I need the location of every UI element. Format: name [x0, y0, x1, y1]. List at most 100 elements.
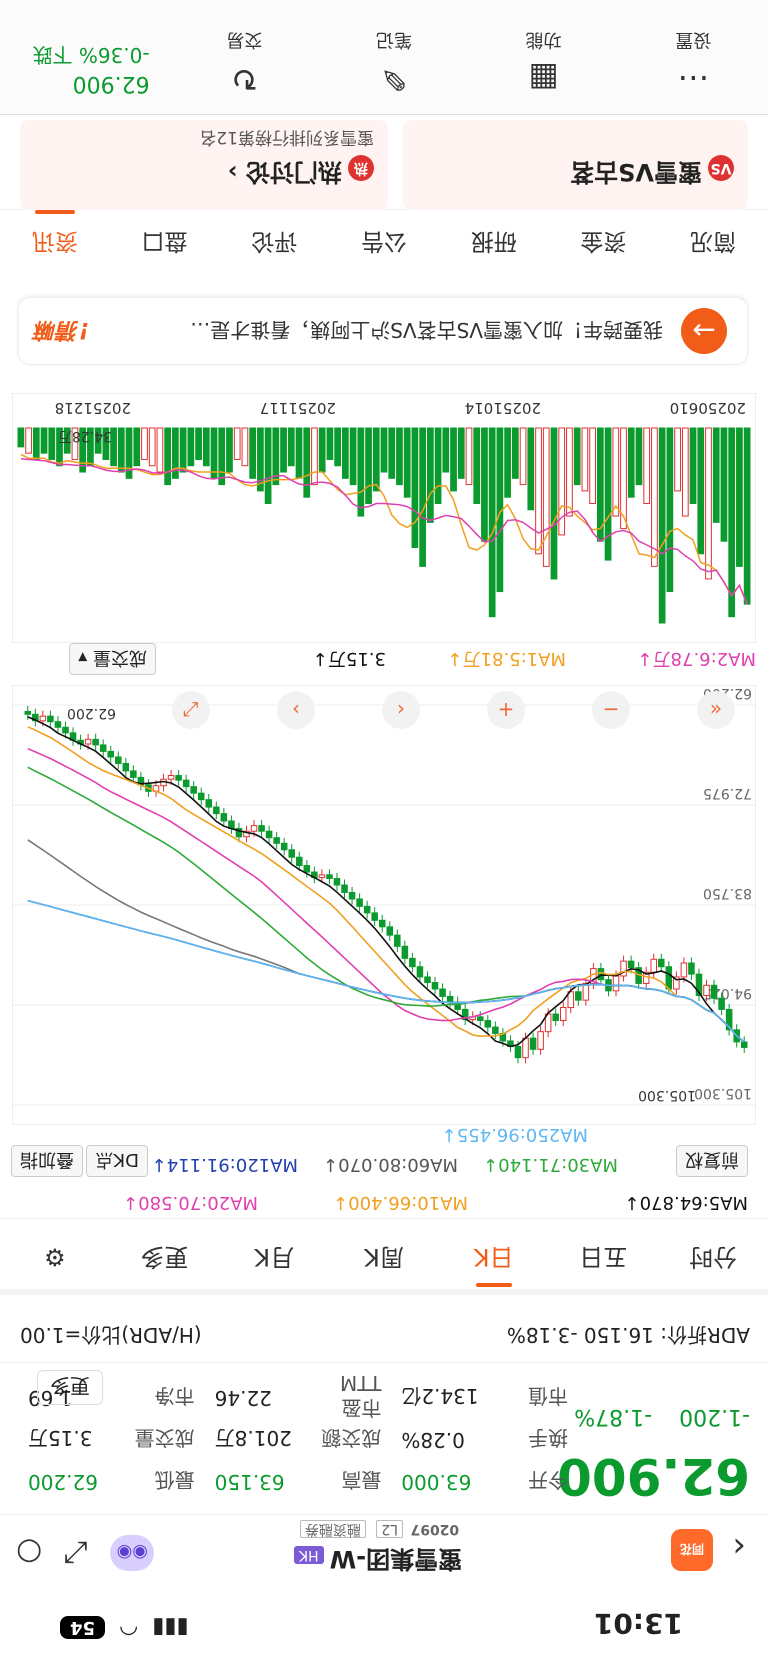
- status-bar: 13:01 ▮▮▮ ◠ 54: [0, 1585, 768, 1665]
- vol-ma1-label: MA1:5.81万↓: [447, 648, 566, 669]
- card-title: 热热门讨论 ›: [228, 155, 374, 192]
- candle: [537, 1031, 544, 1050]
- tool-trade[interactable]: ↻ 交易: [170, 0, 320, 114]
- volume-bar: [380, 427, 388, 473]
- tool-settings[interactable]: ⋯ 设置: [618, 0, 768, 114]
- quote-row: 今开 63.000 最高 63.150 最低 62.200: [8, 1461, 568, 1503]
- candle: [84, 738, 92, 745]
- volume-bar: [48, 427, 56, 460]
- volume-bar: [689, 427, 697, 504]
- tool-label: 笔记: [376, 29, 413, 50]
- volume-bar: [334, 427, 342, 467]
- candle: [258, 825, 265, 832]
- quote-value: 22.46: [214, 1386, 272, 1410]
- tab-funds[interactable]: 资金: [549, 210, 659, 270]
- candle: [529, 1037, 537, 1050]
- kline-chart[interactable]: 105.30094.02583.75072.97562.200105.30062…: [12, 685, 756, 1125]
- candle: [703, 984, 710, 996]
- volume-bar: [674, 427, 681, 492]
- tab-five-day[interactable]: 五日: [549, 1219, 659, 1289]
- content-tabs: 简况 资金 研报 公告 评论 盘口 资讯: [0, 209, 768, 270]
- card-title: VS蜜雪VS古茗: [570, 155, 734, 192]
- tab-profile[interactable]: 简况: [658, 210, 768, 270]
- banner-brand: !猜嘛: [35, 317, 90, 342]
- title-icons: ◉◉ ⤢ ○: [16, 1535, 155, 1571]
- candle: [39, 715, 47, 722]
- volume-bar: [596, 427, 604, 542]
- chart-control-label: ›: [292, 698, 300, 722]
- tab-weekly-k[interactable]: 周K: [329, 1219, 439, 1289]
- volume-select[interactable]: 成交量 ▾: [69, 643, 156, 675]
- search-icon[interactable]: ○: [16, 1536, 42, 1571]
- share-icon[interactable]: ⤢: [64, 1536, 88, 1571]
- stock-name: 蜜雪集团-W: [329, 1545, 463, 1573]
- badge-l2: L2: [376, 1520, 403, 1538]
- volume-bar: [357, 427, 365, 517]
- volume-bar: [349, 427, 357, 486]
- volume-bar: [589, 427, 596, 504]
- tab-monthly-k[interactable]: 月K: [219, 1219, 329, 1289]
- quote-row: 换手 0.28% 成交额 201.8万 成交量 3.15万: [8, 1419, 568, 1461]
- candle: [333, 878, 341, 886]
- settings-icon[interactable]: ⚙: [0, 1219, 110, 1289]
- tool-label: 设置: [675, 29, 712, 50]
- candle: [718, 997, 725, 1010]
- back-icon[interactable]: ‹: [732, 1527, 746, 1567]
- volume-bar: [535, 427, 542, 555]
- volume-bar: [457, 427, 465, 479]
- assistant-icon[interactable]: ◉◉: [110, 1535, 155, 1571]
- volume-chart[interactable]: 34.28万 20250610 20251014 20251117 20251218: [12, 393, 756, 643]
- volume-bar: [542, 427, 550, 567]
- card-vs[interactable]: VS蜜雪VS古茗: [403, 120, 748, 210]
- volume-bar: [241, 427, 249, 467]
- candle: [130, 770, 137, 778]
- tab-news[interactable]: 资讯: [0, 210, 110, 270]
- tool-function[interactable]: ▦ 功能: [469, 0, 619, 114]
- volume-bar: [202, 427, 210, 467]
- more-button[interactable]: 更多: [37, 1370, 103, 1405]
- candle: [612, 975, 620, 992]
- overlay-button[interactable]: 叠加指: [11, 1145, 83, 1177]
- tab-comments[interactable]: 评论: [219, 210, 329, 270]
- battery-icon: 54: [60, 1616, 106, 1639]
- tab-research[interactable]: 研报: [439, 210, 549, 270]
- volume-bar: [473, 427, 481, 504]
- volume-bar: [666, 427, 674, 593]
- arrow-right-icon[interactable]: →: [681, 308, 727, 354]
- volume-bar: [481, 427, 488, 542]
- card-hot[interactable]: 热热门讨论 › 蜜雪系列排行榜第12名: [20, 120, 388, 210]
- adr-bar[interactable]: ADR折价: 16.150 -3.18% (H/ADR)比价=1.00: [0, 1312, 768, 1363]
- promo-cards: VS蜜雪VS古茗 热热门讨论 › 蜜雪系列排行榜第12名: [20, 115, 748, 210]
- volume-bar: [651, 427, 658, 567]
- tab-daily-k[interactable]: 日K: [439, 1219, 549, 1289]
- volume-bar: [612, 427, 620, 517]
- promo-banner[interactable]: → 我要跨年！加入蜜雪VS古茗VS沪上阿姨，看谁才是… !猜嘛: [18, 297, 748, 365]
- candle: [190, 786, 197, 794]
- tab-announcements[interactable]: 公告: [329, 210, 439, 270]
- tab-intraday[interactable]: 分时: [658, 1219, 768, 1289]
- volume-bar: [372, 427, 380, 492]
- adjust-select[interactable]: 前复权: [676, 1145, 748, 1177]
- candle: [356, 898, 363, 907]
- dk-button[interactable]: DK点: [86, 1145, 148, 1177]
- tab-more[interactable]: 更多: [110, 1219, 220, 1289]
- candle: [559, 1007, 567, 1022]
- volume-bar: [519, 427, 527, 486]
- title-box[interactable]: 蜜雪集团-W HK 02097 L2 融资融券: [228, 1520, 528, 1579]
- candle: [439, 988, 446, 997]
- volume-bar: [326, 427, 334, 460]
- volume-bar: [705, 427, 712, 580]
- volume-bar: [148, 427, 156, 467]
- candle: [348, 891, 356, 900]
- status-time: 13:01: [593, 1607, 683, 1640]
- tool-note[interactable]: ✎ 笔记: [319, 0, 469, 114]
- tab-orderbook[interactable]: 盘口: [110, 210, 220, 270]
- system-icons: ▮▮▮ ◠ 54: [60, 1615, 189, 1640]
- tool-quote[interactable]: 62.900 -0.36% 下跌: [0, 0, 170, 114]
- volume-bar: [488, 427, 496, 618]
- signal-icon: ▮▮▮: [152, 1615, 189, 1640]
- volume-bar: [697, 427, 705, 555]
- volume-bar: [365, 427, 372, 504]
- candle: [552, 1013, 559, 1022]
- candle: [740, 1041, 748, 1048]
